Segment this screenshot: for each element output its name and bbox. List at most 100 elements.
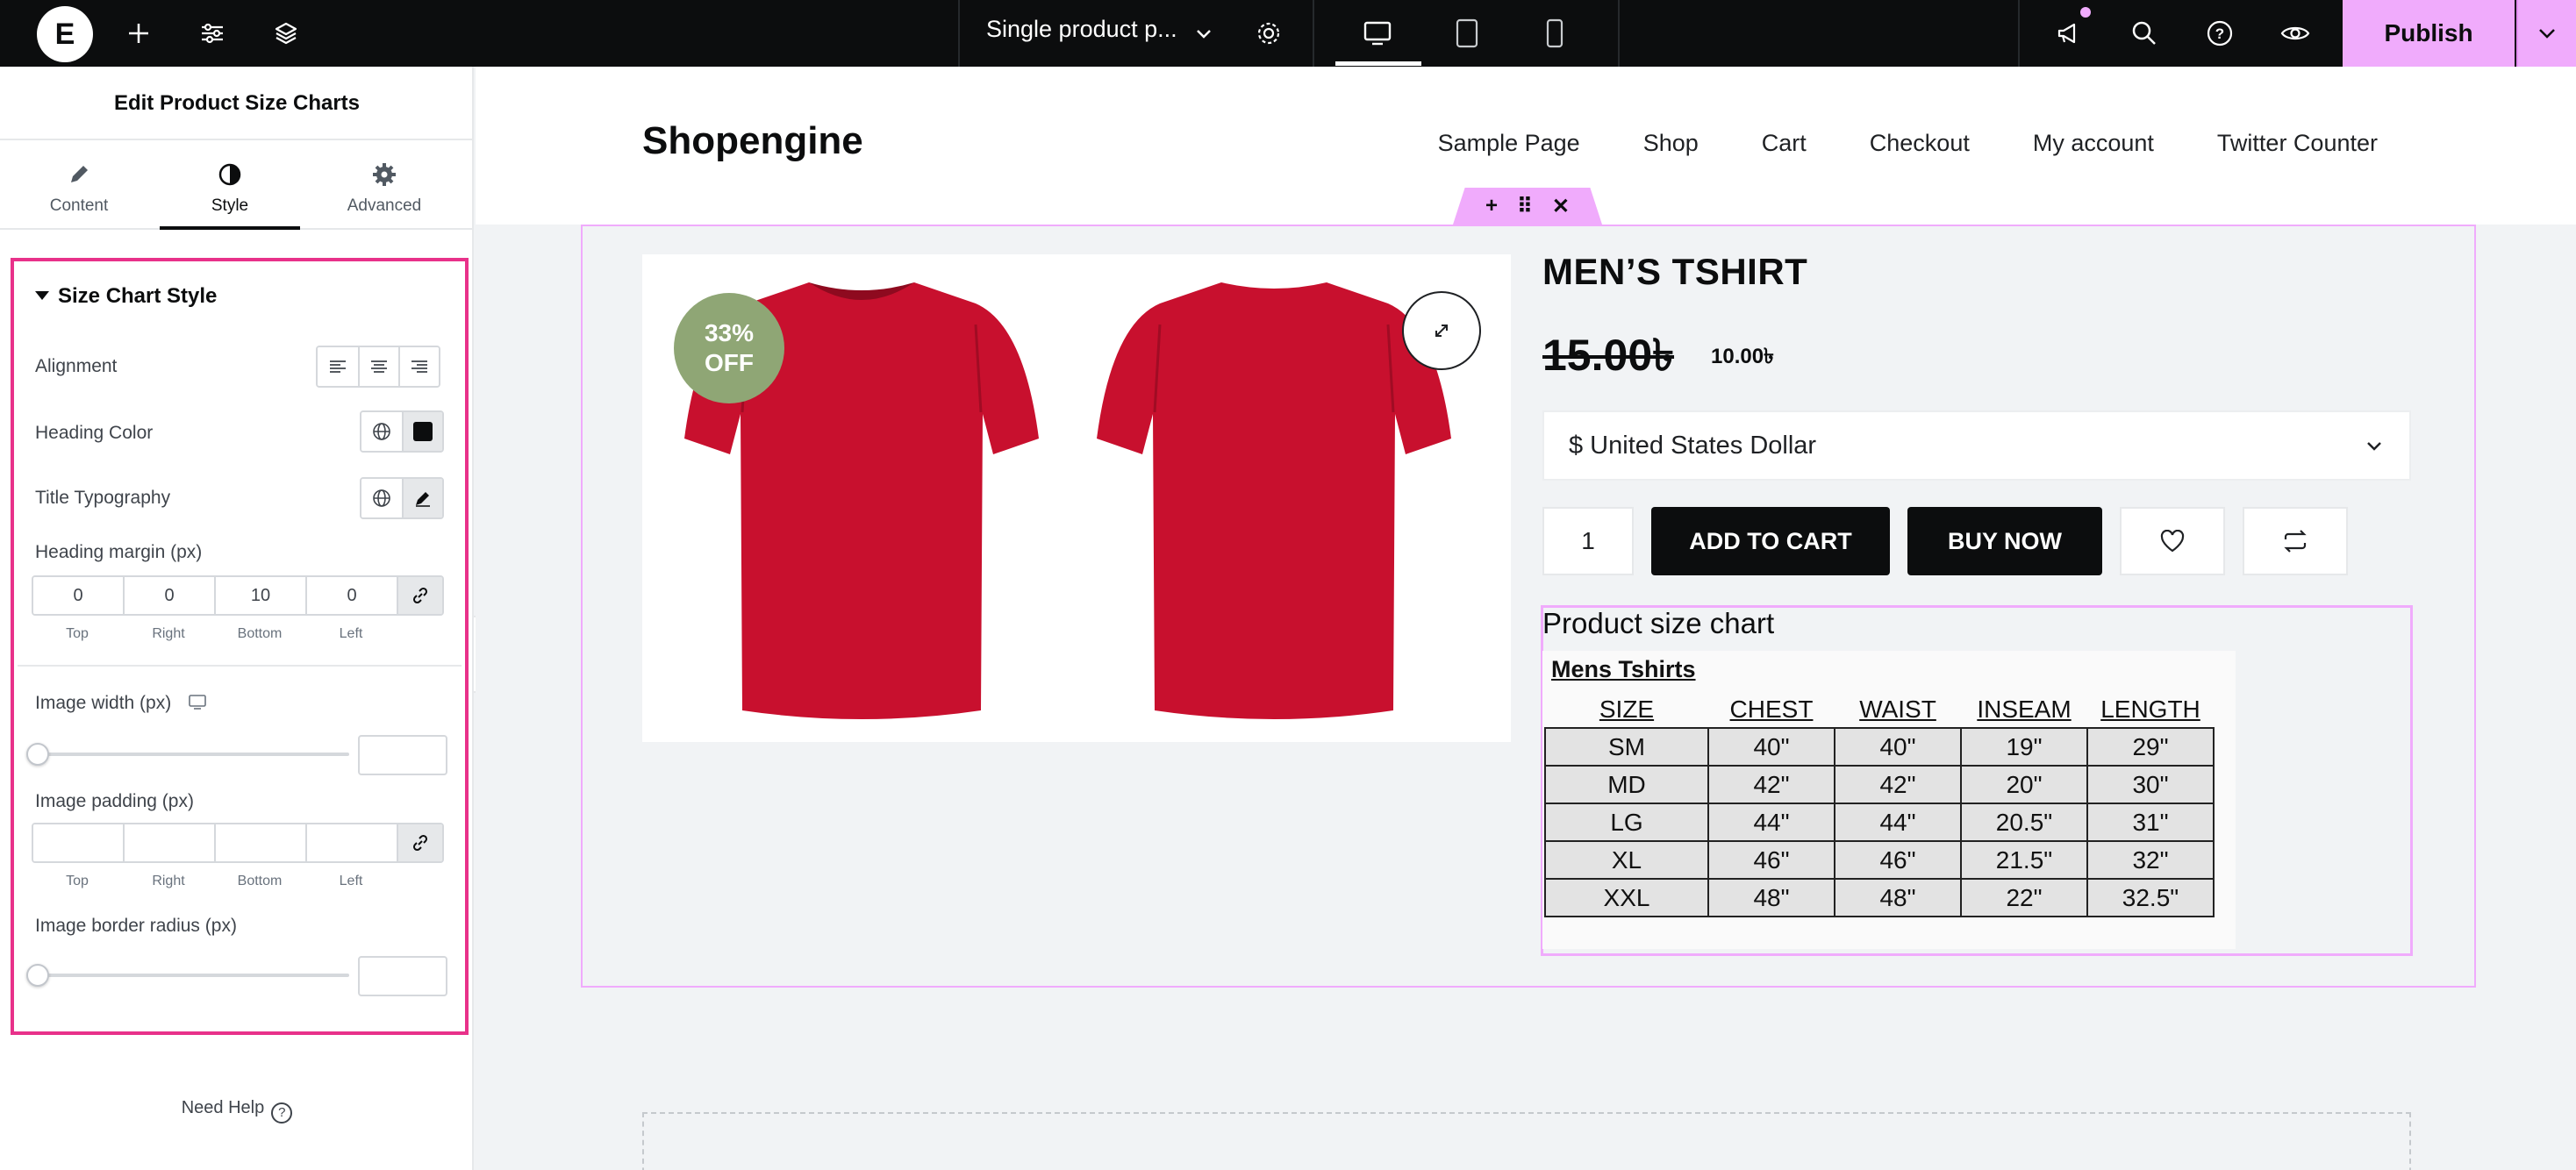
pencil-icon <box>71 166 88 182</box>
image-padding-labels: Top Right Bottom Left <box>32 874 444 889</box>
padding-top-input[interactable] <box>33 824 125 861</box>
table-cell: 46" <box>1707 840 1835 880</box>
page-settings-gear-icon[interactable] <box>1248 12 1290 54</box>
help-circle-icon: ? <box>271 1102 293 1124</box>
table-cell: XXL <box>1544 878 1709 917</box>
margin-bottom-input[interactable] <box>216 577 307 614</box>
padding-left-input[interactable] <box>307 824 398 861</box>
nav-item-twitter-counter[interactable]: Twitter Counter <box>2217 130 2378 157</box>
margin-left-input[interactable] <box>307 577 398 614</box>
align-right-icon[interactable] <box>398 347 439 386</box>
margin-top-input[interactable] <box>33 577 125 614</box>
alignment-control <box>316 346 440 388</box>
nav-item-shop[interactable]: Shop <box>1643 130 1699 157</box>
add-section-icon[interactable]: + <box>1485 194 1498 218</box>
section-toggle[interactable]: Size Chart Style <box>35 284 217 309</box>
margin-right-input[interactable] <box>125 577 216 614</box>
compare-arrows-icon[interactable] <box>2243 507 2348 575</box>
sale-price: 10.00৳ <box>1711 345 1775 368</box>
nav-item-checkout[interactable]: Checkout <box>1870 130 1970 157</box>
help-icon[interactable]: ? <box>2199 12 2241 54</box>
nav-item-cart[interactable]: Cart <box>1762 130 1807 157</box>
link-values-icon[interactable] <box>398 577 442 614</box>
table-row: XL 46" 46" 21.5" 32" <box>1544 840 2215 880</box>
nav-item-sample-page[interactable]: Sample Page <box>1438 130 1580 157</box>
section-handle[interactable]: + ⠿ ✕ <box>1453 188 1602 225</box>
table-cell: 32" <box>2086 840 2215 880</box>
padding-right-input[interactable] <box>125 824 216 861</box>
need-help-link[interactable]: Need Help? <box>0 1098 474 1124</box>
table-cell: 30" <box>2086 765 2215 804</box>
site-nav: Sample Page Shop Cart Checkout My accoun… <box>1438 130 2378 157</box>
product-gallery: 33% OFF <box>642 254 1511 742</box>
edit-pencil-icon[interactable] <box>402 479 442 517</box>
buy-now-button[interactable]: BUY NOW <box>1907 507 2102 575</box>
table-cell: 19" <box>1960 727 2088 767</box>
align-center-icon[interactable] <box>358 347 398 386</box>
tab-style[interactable]: Style <box>160 142 300 230</box>
nav-item-my-account[interactable]: My account <box>2033 130 2154 157</box>
image-padding-label: Image padding (px) <box>35 791 194 811</box>
globe-icon[interactable] <box>361 479 402 517</box>
empty-section-dropzone[interactable] <box>642 1112 2411 1170</box>
site-settings-icon[interactable] <box>191 12 233 54</box>
globe-icon[interactable] <box>361 412 402 451</box>
tablet-view-icon[interactable] <box>1446 12 1488 54</box>
table-cell: 44" <box>1707 803 1835 842</box>
table-cell: 48" <box>1834 878 1962 917</box>
tab-advanced[interactable]: Advanced <box>314 142 454 230</box>
table-cell: 21.5" <box>1960 840 2088 880</box>
search-icon[interactable] <box>2123 12 2165 54</box>
panel-tabs: Content Style Advanced <box>0 142 474 230</box>
heading-margin-dimensions <box>32 575 444 616</box>
dim-label-left: Left <box>339 874 363 888</box>
site-brand[interactable]: Shopengine <box>642 119 863 163</box>
publish-options-chevron-icon[interactable] <box>2516 0 2576 67</box>
table-cell: 20.5" <box>1960 803 2088 842</box>
table-cell: 32.5" <box>2086 878 2215 917</box>
mobile-view-icon[interactable] <box>1534 12 1576 54</box>
image-width-input[interactable] <box>358 735 447 775</box>
document-title[interactable]: Single product p... <box>986 0 1177 67</box>
table-cell: 40" <box>1707 727 1835 767</box>
image-width-slider-handle[interactable] <box>26 743 49 766</box>
delete-section-icon[interactable]: ✕ <box>1552 194 1570 219</box>
expand-icon[interactable] <box>1402 291 1481 370</box>
preview-eye-icon[interactable] <box>2274 12 2316 54</box>
table-cell: XL <box>1544 840 1709 880</box>
table-row: SM 40" 40" 19" 29" <box>1544 727 2215 767</box>
whats-new-megaphone-icon[interactable] <box>2048 12 2090 54</box>
divider <box>18 665 462 667</box>
add-to-cart-button[interactable]: ADD TO CART <box>1651 507 1890 575</box>
add-element-icon[interactable] <box>118 12 160 54</box>
column-header: CHEST <box>1729 695 1814 723</box>
size-chart-heading: Product size chart <box>1542 607 1775 639</box>
color-swatch[interactable] <box>402 412 442 451</box>
elementor-logo-button[interactable]: E <box>37 6 93 62</box>
dim-label-top: Top <box>66 874 89 888</box>
desktop-view-icon[interactable] <box>1356 12 1399 54</box>
tab-content[interactable]: Content <box>9 142 149 230</box>
table-cell: 29" <box>2086 727 2215 767</box>
quantity-input[interactable]: 1 <box>1542 507 1634 575</box>
publish-button[interactable]: Publish <box>2343 0 2515 67</box>
currency-select[interactable]: $ United States Dollar <box>1542 410 2411 481</box>
chevron-down-icon[interactable] <box>1183 12 1225 54</box>
responsive-desktop-icon[interactable] <box>189 695 206 710</box>
image-width-slider-track[interactable] <box>37 753 349 756</box>
panel-title: Edit Product Size Charts <box>0 67 474 140</box>
image-width-label: Image width (px) <box>35 693 206 714</box>
padding-bottom-input[interactable] <box>216 824 307 861</box>
structure-layers-icon[interactable] <box>265 12 307 54</box>
link-values-icon[interactable] <box>398 824 442 861</box>
preview-canvas: Shopengine Sample Page Shop Cart Checkou… <box>476 67 2576 1170</box>
drag-handle-icon[interactable]: ⠿ <box>1517 194 1533 219</box>
table-cell: MD <box>1544 765 1709 804</box>
border-radius-slider-handle[interactable] <box>26 964 49 987</box>
border-radius-slider-track[interactable] <box>37 974 349 977</box>
half-circle-icon <box>218 163 241 186</box>
align-left-icon[interactable] <box>318 347 358 386</box>
size-chart-style-section: Size Chart Style Alignment Heading Color… <box>11 258 469 1035</box>
border-radius-input[interactable] <box>358 956 447 996</box>
wishlist-heart-icon[interactable] <box>2120 507 2225 575</box>
